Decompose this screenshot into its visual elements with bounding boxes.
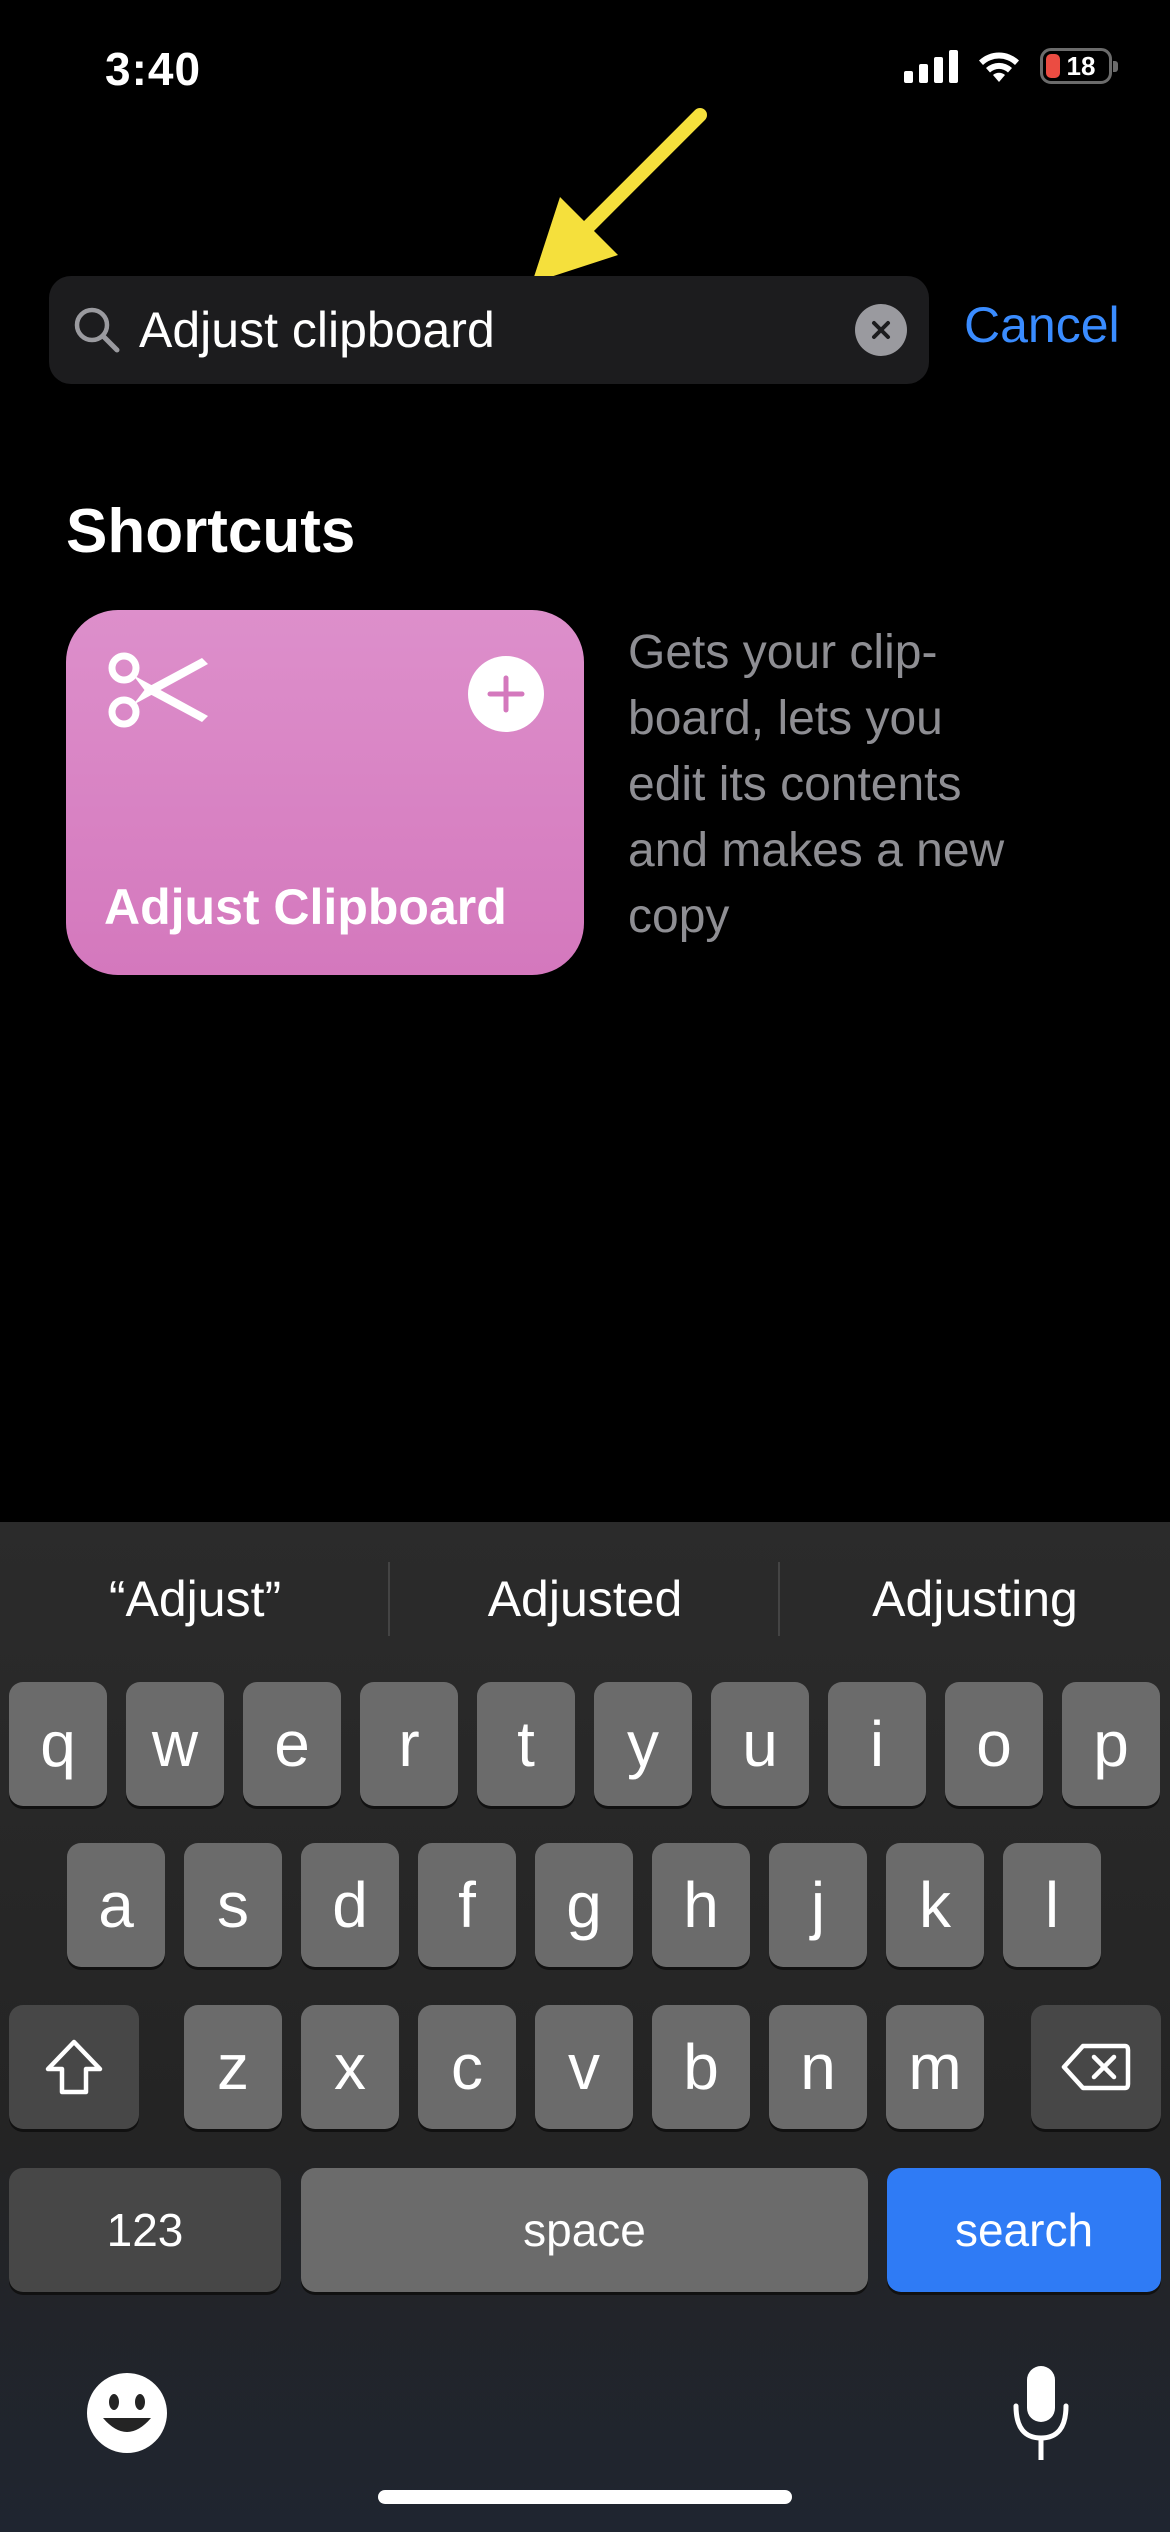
status-icons: 18 bbox=[904, 48, 1118, 84]
suggestion-bar: “Adjust” Adjusted Adjusting bbox=[0, 1522, 1170, 1672]
delete-key[interactable] bbox=[1031, 2005, 1161, 2129]
key-b[interactable]: b bbox=[652, 2005, 750, 2129]
key-g[interactable]: g bbox=[535, 1843, 633, 1967]
description-line: board, lets you bbox=[628, 692, 943, 745]
wifi-icon bbox=[979, 52, 1019, 82]
microphone-icon[interactable] bbox=[1010, 2362, 1072, 2466]
home-indicator[interactable] bbox=[378, 2490, 792, 2504]
key-e[interactable]: e bbox=[243, 1682, 341, 1806]
key-r[interactable]: r bbox=[360, 1682, 458, 1806]
key-k[interactable]: k bbox=[886, 1843, 984, 1967]
key-x[interactable]: x bbox=[301, 2005, 399, 2129]
suggestion-item[interactable]: Adjusting bbox=[780, 1570, 1170, 1628]
section-title: Shortcuts bbox=[66, 497, 356, 566]
key-z[interactable]: z bbox=[184, 2005, 282, 2129]
close-icon bbox=[872, 321, 890, 339]
key-y[interactable]: y bbox=[594, 1682, 692, 1806]
search-key[interactable]: search bbox=[887, 2168, 1161, 2292]
shift-icon bbox=[45, 2039, 103, 2095]
description-line: copy bbox=[628, 890, 730, 943]
annotation-arrow-icon bbox=[532, 108, 707, 283]
backspace-icon bbox=[1061, 2043, 1131, 2091]
add-shortcut-button[interactable] bbox=[468, 656, 544, 732]
plus-icon bbox=[487, 675, 525, 713]
key-i[interactable]: i bbox=[828, 1682, 926, 1806]
key-d[interactable]: d bbox=[301, 1843, 399, 1967]
key-w[interactable]: w bbox=[126, 1682, 224, 1806]
search-bar[interactable] bbox=[49, 276, 929, 384]
keyboard: “Adjust” Adjusted Adjusting q w e r t y … bbox=[0, 1522, 1170, 2532]
description-line: and makes a new bbox=[628, 824, 1005, 877]
key-c[interactable]: c bbox=[418, 2005, 516, 2129]
key-h[interactable]: h bbox=[652, 1843, 750, 1967]
scissors-icon bbox=[108, 652, 208, 728]
description-line: edit its contents bbox=[628, 758, 962, 811]
shortcut-card[interactable]: Adjust Clipboard bbox=[66, 610, 584, 975]
shortcut-description: Gets your clip- board, lets you edit its… bbox=[628, 620, 1088, 950]
key-o[interactable]: o bbox=[945, 1682, 1043, 1806]
clear-search-button[interactable] bbox=[855, 304, 907, 356]
numbers-key[interactable]: 123 bbox=[9, 2168, 281, 2292]
key-l[interactable]: l bbox=[1003, 1843, 1101, 1967]
key-q[interactable]: q bbox=[9, 1682, 107, 1806]
space-key[interactable]: space bbox=[301, 2168, 868, 2292]
cancel-button[interactable]: Cancel bbox=[964, 296, 1120, 354]
cellular-signal-icon bbox=[904, 49, 958, 83]
search-icon bbox=[74, 307, 120, 353]
key-j[interactable]: j bbox=[769, 1843, 867, 1967]
key-v[interactable]: v bbox=[535, 2005, 633, 2129]
emoji-icon[interactable] bbox=[86, 2372, 168, 2454]
status-time: 3:40 bbox=[105, 43, 202, 95]
key-f[interactable]: f bbox=[418, 1843, 516, 1967]
key-a[interactable]: a bbox=[67, 1843, 165, 1967]
battery-icon: 18 bbox=[1040, 48, 1118, 84]
suggestion-item[interactable]: Adjusted bbox=[390, 1570, 780, 1628]
key-n[interactable]: n bbox=[769, 2005, 867, 2129]
key-u[interactable]: u bbox=[711, 1682, 809, 1806]
search-input[interactable] bbox=[139, 301, 855, 359]
key-m[interactable]: m bbox=[886, 2005, 984, 2129]
shortcut-name: Adjust Clipboard bbox=[104, 879, 507, 935]
key-t[interactable]: t bbox=[477, 1682, 575, 1806]
battery-level: 18 bbox=[1066, 50, 1096, 81]
key-s[interactable]: s bbox=[184, 1843, 282, 1967]
description-line: Gets your clip- bbox=[628, 626, 938, 679]
suggestion-item[interactable]: “Adjust” bbox=[0, 1570, 390, 1628]
shift-key[interactable] bbox=[9, 2005, 139, 2129]
key-p[interactable]: p bbox=[1062, 1682, 1160, 1806]
